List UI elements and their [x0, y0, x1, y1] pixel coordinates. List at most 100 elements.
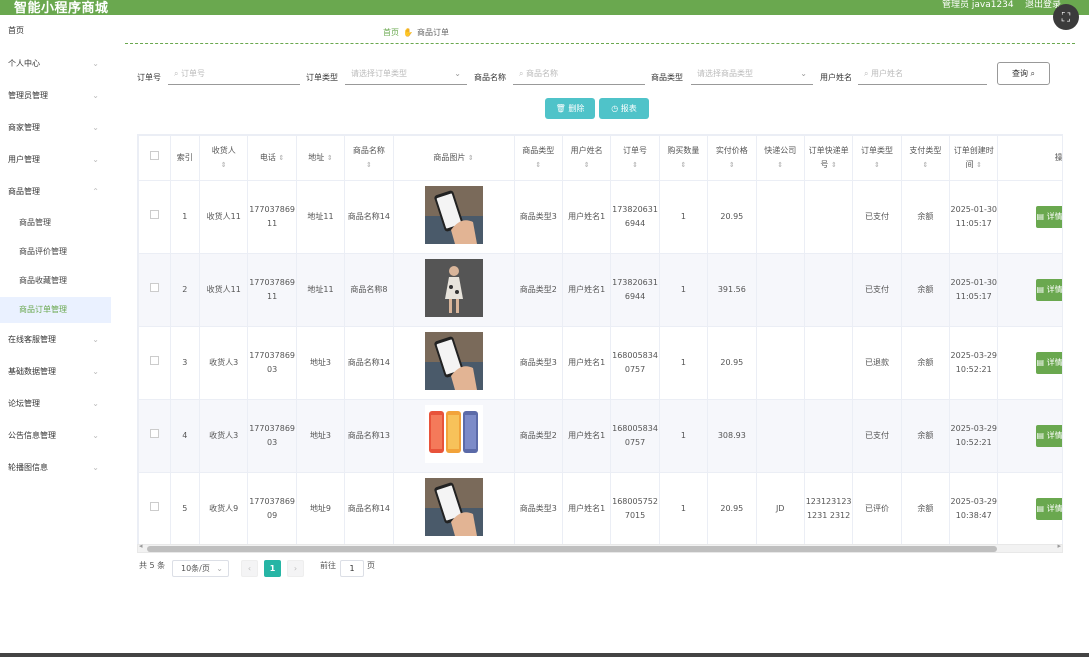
sidebar-subitem-favorites[interactable]: 商品收藏管理 — [0, 268, 111, 294]
sidebar-item-notices[interactable]: 公告信息管理 ⌄ — [0, 423, 111, 449]
row-checkbox[interactable] — [138, 253, 171, 327]
product-image[interactable] — [392, 253, 515, 327]
sort-icon: ⇕ — [976, 161, 982, 169]
table-row[interactable]: 5 收货人9 17703786909 地址9 商品名称14 商品类型3 用户姓名1 16800… — [138, 472, 1062, 544]
goto-page-input[interactable]: 1 — [340, 560, 364, 577]
cell-courier: JD — [755, 472, 805, 544]
product-image[interactable] — [392, 326, 515, 400]
product-image[interactable] — [392, 472, 515, 544]
query-button[interactable]: 查询 ⌕ — [997, 62, 1050, 85]
col-order-no[interactable]: 订单号 ⇕ — [610, 135, 660, 181]
table-row[interactable]: 1 收货人11 17703786911 地址11 商品名称14 商品类型3 用户姓名1 173… — [138, 180, 1062, 254]
scroll-left-icon[interactable]: ◂ — [139, 542, 143, 550]
document-icon: ▤ — [1036, 431, 1045, 440]
sidebar-item-home[interactable]: 首页 — [0, 18, 111, 44]
col-price[interactable]: 实付价格 ⇕ — [707, 135, 757, 181]
trash-icon: 🗑 — [555, 104, 566, 113]
sidebar-item-admins[interactable]: 管理员管理 ⌄ — [0, 83, 111, 109]
document-icon: ▤ — [1036, 285, 1045, 294]
chevron-down-icon: ⌄ — [92, 91, 99, 100]
cell-address: 地址11 — [295, 253, 346, 327]
page-size-select[interactable]: 10条/页 ⌄ — [172, 560, 229, 577]
product-name-input[interactable]: ⌕ 商品名称 — [513, 65, 645, 85]
delete-button[interactable]: 🗑 删除 — [545, 98, 595, 119]
sidebar-item-profile[interactable]: 个人中心 ⌄ — [0, 51, 111, 77]
col-pay-type[interactable]: 支付类型 ⇕ — [900, 135, 951, 181]
cell-actions: ▤ 详情🗑 删除 — [997, 180, 1062, 254]
sort-icon: ⇕ — [583, 161, 590, 169]
sidebar-item-users[interactable]: 用户管理 ⌄ — [0, 147, 111, 173]
bottom-bar — [0, 653, 1089, 657]
order-type-select[interactable]: 请选择订单类型 ⌄ — [345, 65, 467, 85]
product-image[interactable] — [392, 399, 515, 473]
sidebar-subitem-label: 商品收藏管理 — [19, 276, 67, 285]
cell-qty: 1 — [658, 472, 709, 544]
col-created[interactable]: 订单创建时间 ⇕ — [949, 135, 999, 181]
sidebar-item-basedata[interactable]: 基础数据管理 ⌄ — [0, 359, 111, 385]
col-user-name[interactable]: 用户姓名 ⇕ — [561, 135, 612, 181]
col-tracking[interactable]: 订单快递单号 ⇕ — [803, 135, 854, 181]
report-button[interactable]: ◷ 报表 — [599, 98, 649, 119]
product-type-select[interactable]: 请选择商品类型 ⌄ — [691, 65, 813, 85]
sidebar-item-support[interactable]: 在线客服管理 ⌄ — [0, 327, 111, 353]
cell-pay-type: 余额 — [900, 180, 951, 254]
user-name-input[interactable]: ⌕ 用户姓名 — [858, 65, 987, 85]
filter-label-order-type: 订单类型 — [306, 73, 338, 82]
sidebar-item-products[interactable]: 商品管理 ⌃ — [0, 179, 111, 205]
sidebar-item-label: 基础数据管理 — [8, 367, 56, 376]
prev-page-button[interactable]: ‹ — [241, 560, 258, 577]
detail-button[interactable]: ▤ 详情 — [1036, 279, 1062, 301]
chevron-down-icon: ⌄ — [92, 367, 99, 376]
main-content: 首页 ✋ 商品订单 订单号 ⌕ 订单号 订单类型 请选择订单类型 ⌄ 商品名称 ⌕ 商… — [111, 15, 1089, 655]
order-no-input[interactable]: ⌕ 订单号 — [168, 65, 300, 85]
next-page-button[interactable]: › — [287, 560, 304, 577]
col-receiver[interactable]: 收货人 ⇕ — [199, 135, 249, 181]
sidebar-item-merchants[interactable]: 商家管理 ⌄ — [0, 115, 111, 141]
detail-button[interactable]: ▤ 详情 — [1036, 498, 1062, 520]
row-checkbox[interactable] — [138, 326, 171, 400]
cell-receiver: 收货人3 — [199, 326, 249, 400]
cell-actions: ▤ 详情🗑 删除 — [997, 399, 1062, 473]
detail-button[interactable]: ▤ 详情 — [1036, 352, 1062, 374]
admin-label: 管理员 java1234 — [942, 0, 1014, 10]
col-product-type[interactable]: 商品类型 ⇕ — [513, 135, 563, 181]
current-page[interactable]: 1 — [264, 560, 281, 577]
sidebar-item-banners[interactable]: 轮播图信息 ⌄ — [0, 455, 111, 481]
col-address[interactable]: 地址 ⇕ — [295, 135, 346, 181]
sidebar-item-label: 用户管理 — [8, 155, 40, 164]
page-size-value: 10条/页 — [181, 564, 210, 573]
col-qty[interactable]: 购买数量 ⇕ — [658, 135, 709, 181]
detail-button[interactable]: ▤ 详情 — [1036, 206, 1062, 228]
col-product-image[interactable]: 商品图片 ⇕ — [392, 135, 515, 181]
table-row[interactable]: 4 收货人3 17703786903 地址3 商品名称13 商品类型2 用户姓名1 16800… — [138, 399, 1062, 473]
table-row[interactable]: 2 收货人11 17703786911 地址11 商品名称8 商品类型2 用户姓名1 1738… — [138, 253, 1062, 327]
sidebar-subitem-orders[interactable]: 商品订单管理 — [0, 297, 111, 323]
hand-icon: ✋ — [403, 28, 413, 37]
row-checkbox[interactable] — [138, 472, 171, 544]
scroll-right-icon[interactable]: ▸ — [1057, 542, 1061, 550]
select-all-checkbox[interactable] — [138, 135, 171, 181]
breadcrumb-home[interactable]: 首页 — [383, 28, 399, 37]
cell-receiver: 收货人9 — [199, 472, 249, 544]
col-product-name[interactable]: 商品名称 ⇕ — [344, 135, 394, 181]
col-order-type[interactable]: 订单类型 ⇕ — [852, 135, 902, 181]
scrollbar-thumb[interactable] — [147, 546, 997, 552]
cell-product-name: 商品名称8 — [344, 253, 394, 327]
row-checkbox[interactable] — [138, 399, 171, 473]
cell-created: 2025-03-29 10:52:21 — [949, 399, 999, 473]
row-checkbox[interactable] — [138, 180, 171, 254]
cell-courier — [755, 180, 805, 254]
detail-button[interactable]: ▤ 详情 — [1036, 425, 1062, 447]
cell-phone: 17703786909 — [247, 472, 297, 544]
col-courier[interactable]: 快递公司 ⇕ — [755, 135, 805, 181]
table-row[interactable]: 3 收货人3 17703786903 地址3 商品名称14 商品类型3 用户姓名1 16800… — [138, 326, 1062, 400]
cell-index: 4 — [169, 399, 201, 473]
horizontal-scrollbar[interactable]: ◂ ▸ — [137, 542, 1063, 553]
product-image[interactable] — [392, 180, 515, 254]
sidebar-subitem-reviews[interactable]: 商品评价管理 — [0, 239, 111, 265]
chevron-down-icon: ⌄ — [92, 123, 99, 132]
sidebar-item-forum[interactable]: 论坛管理 ⌄ — [0, 391, 111, 417]
sidebar-subitem-products[interactable]: 商品管理 — [0, 210, 111, 236]
sort-icon: ⇕ — [365, 161, 372, 169]
col-phone[interactable]: 电话 ⇕ — [247, 135, 297, 181]
